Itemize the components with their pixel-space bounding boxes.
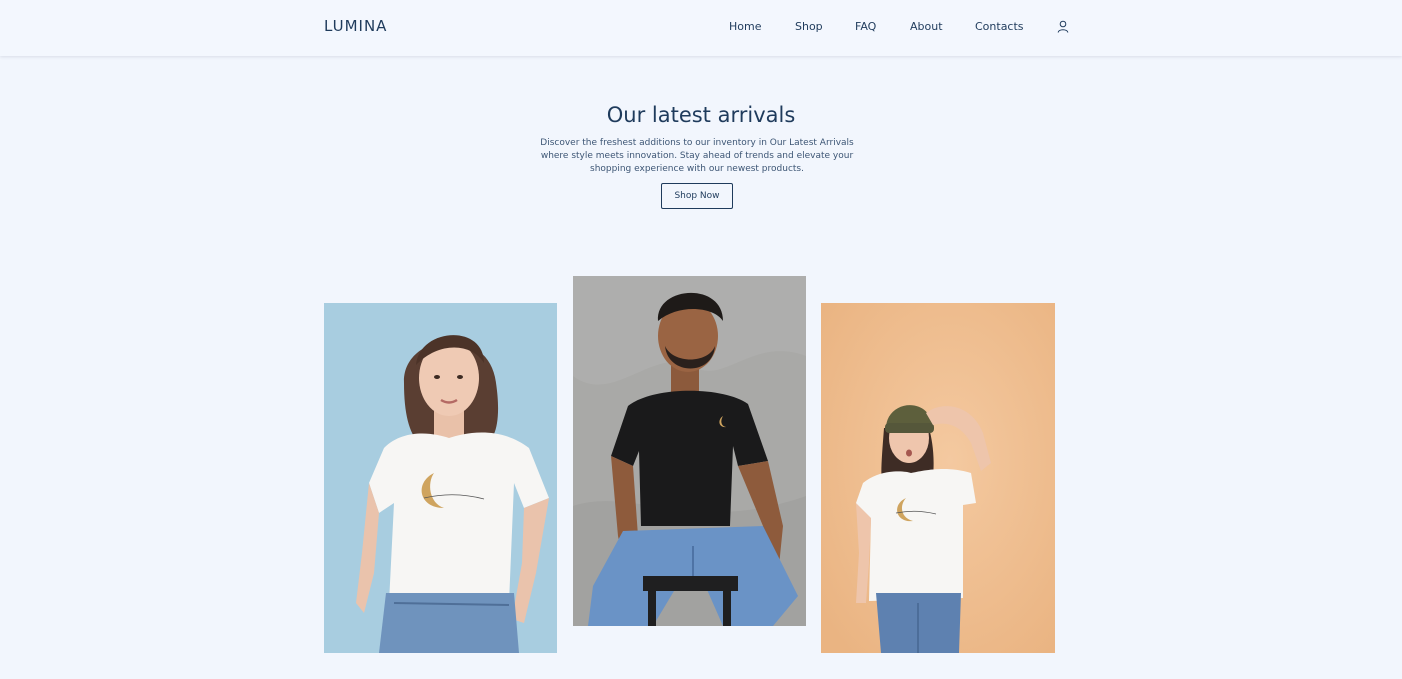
shop-now-button[interactable]: Shop Now [661,183,733,209]
nav-contacts[interactable]: Contacts [975,20,1024,33]
nav-home[interactable]: Home [729,20,761,33]
hero-description: Discover the freshest additions to our i… [540,138,854,174]
photo-woman-beanie-image [821,303,1055,653]
nav-shop[interactable]: Shop [795,20,823,33]
product-photo-woman-beanie-white-tshirt[interactable] [821,303,1055,653]
nav-faq[interactable]: FAQ [855,20,876,33]
photo-woman-white-tshirt-image [324,303,557,653]
user-icon[interactable] [1057,20,1069,33]
site-header: LUMINA Home Shop FAQ About Contacts [0,0,1402,56]
product-photo-woman-white-tshirt[interactable] [324,303,557,653]
hero-title: Our latest arrivals [606,103,796,127]
brand-logo[interactable]: LUMINA [324,17,387,35]
product-photo-man-black-tshirt[interactable] [573,276,806,626]
nav-about[interactable]: About [910,20,943,33]
photo-man-black-tshirt-image [573,276,806,626]
